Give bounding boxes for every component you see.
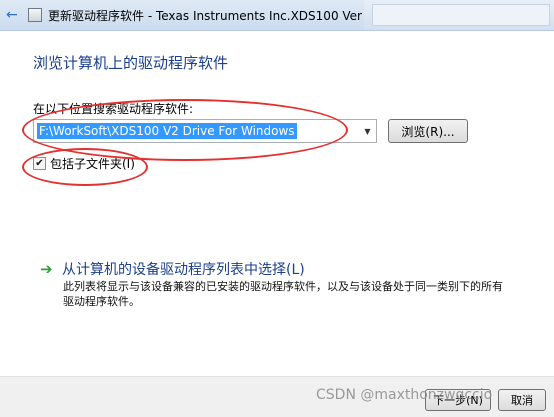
dropdown-arrow-icon[interactable]: ▼ <box>359 120 376 142</box>
back-arrow-icon[interactable]: ← <box>6 8 20 22</box>
browse-button[interactable]: 浏览(R)... <box>388 119 468 143</box>
pick-from-list-description: 此列表将显示与该设备兼容的已安装的驱动程序软件，以及与该设备处于同一类别下的所有… <box>63 280 503 308</box>
device-icon <box>28 8 42 22</box>
pick-from-list-label[interactable]: 从计算机的设备驱动程序列表中选择(L) <box>62 259 305 279</box>
cancel-button[interactable]: 取消 <box>498 389 546 411</box>
background-window-panel <box>372 4 550 26</box>
page-heading: 浏览计算机上的驱动程序软件 <box>33 54 229 72</box>
green-arrow-icon: ➔ <box>40 260 53 278</box>
window-title: 更新驱动程序软件 - Texas Instruments Inc.XDS100 … <box>48 9 385 23</box>
annotation-oval-subfolders <box>22 148 148 186</box>
pick-from-list-link[interactable]: ➔ 从计算机的设备驱动程序列表中选择(L) <box>40 259 305 279</box>
watermark-text: CSDN @maxthonzwqccio <box>316 387 493 403</box>
background-window-fragment <box>364 0 554 30</box>
title-bar: ← 更新驱动程序软件 - Texas Instruments Inc.XDS10… <box>0 0 554 31</box>
